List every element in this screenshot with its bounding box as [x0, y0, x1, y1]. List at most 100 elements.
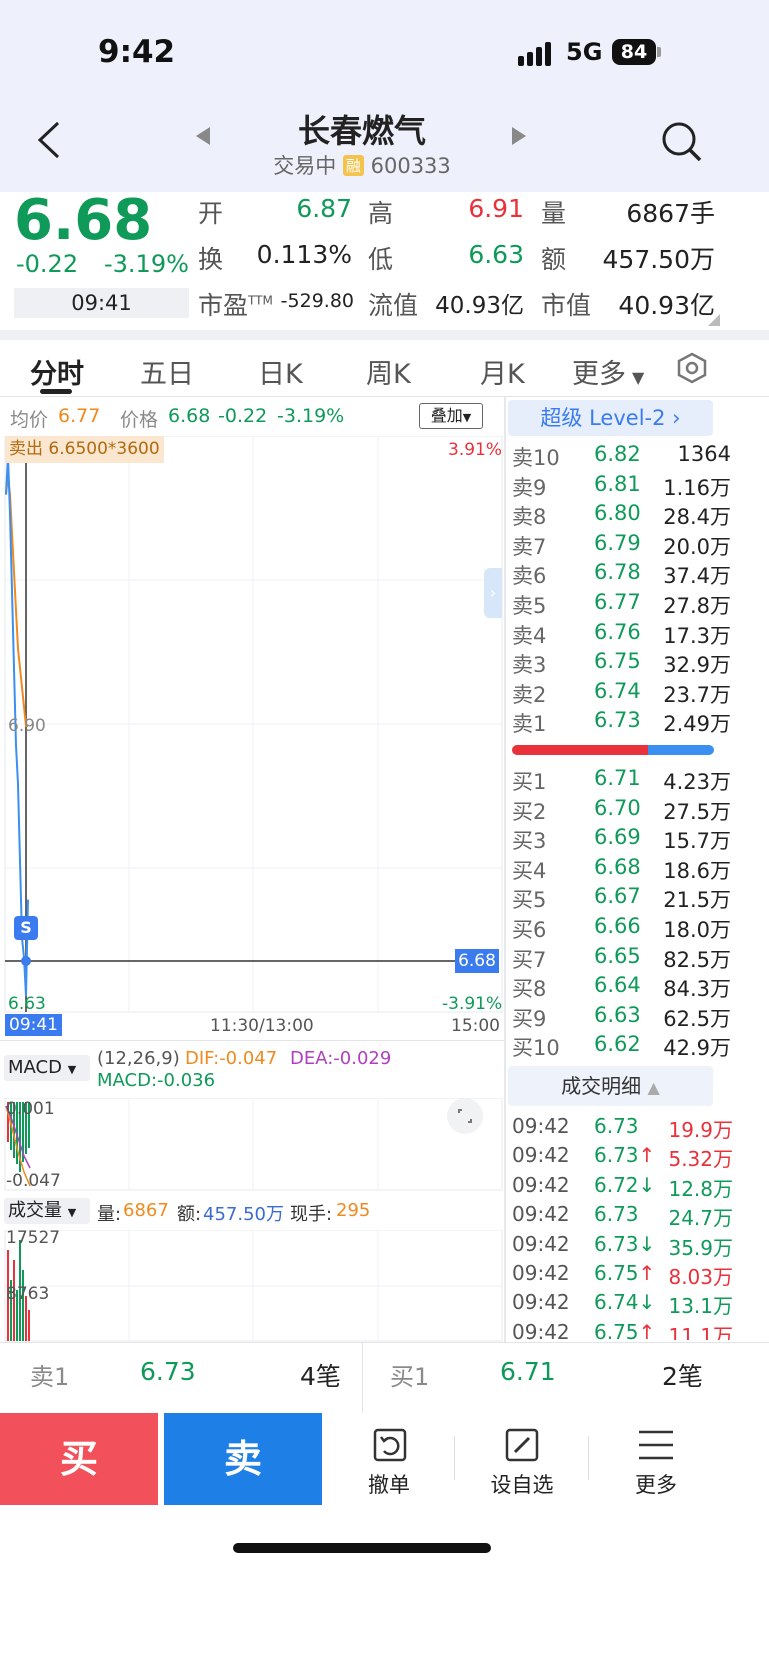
trade-direction-icon: ↓ [638, 1172, 656, 1197]
back-chevron-icon[interactable] [34, 120, 64, 160]
trade-time: 09:42 [512, 1290, 570, 1315]
macd-indicator-dropdown[interactable]: MACD ▼ [4, 1055, 90, 1081]
search-icon[interactable] [660, 120, 704, 164]
trade-row: 09:42 6.74↓ 13.1万 [508, 1290, 733, 1320]
ask-label: 卖1 [512, 712, 547, 737]
bid-row[interactable]: 买6 6.66 18.0万 [508, 914, 733, 944]
ask-price: 6.75 [594, 649, 641, 674]
overlay-dropdown[interactable]: 叠加▼ [419, 403, 483, 429]
bid-row[interactable]: 买5 6.67 21.5万 [508, 884, 733, 914]
tab-more[interactable]: 更多 ▼ [572, 352, 644, 391]
status-bar: 9:42 5G 84 [0, 0, 769, 100]
chart-price-value: 6.68 [168, 405, 211, 427]
ask-vol: 37.4万 [663, 564, 731, 589]
ask-price: 6.73 [594, 708, 641, 733]
bid-vol: 42.9万 [663, 1036, 731, 1061]
intraday-chart[interactable] [0, 436, 504, 1016]
cancel-order-button[interactable]: 撤单 [330, 1413, 448, 1505]
tab-weekly-k[interactable]: 周K [366, 352, 411, 391]
ask-row[interactable]: 卖9 6.81 1.16万 [508, 472, 733, 502]
bid-row[interactable]: 买8 6.64 84.3万 [508, 973, 733, 1003]
trade-price-value: 6.73 [594, 1231, 639, 1256]
vol-value: 6867 [123, 1200, 169, 1221]
bid-row[interactable]: 买10 6.62 42.9万 [508, 1032, 733, 1062]
ask-row[interactable]: 卖4 6.76 17.3万 [508, 620, 733, 650]
bid-row[interactable]: 买4 6.68 18.6万 [508, 855, 733, 885]
bid-vol: 18.0万 [663, 918, 731, 942]
signal-marker[interactable]: S [14, 916, 38, 940]
bid-row[interactable]: 买7 6.65 82.5万 [508, 944, 733, 974]
bid-price: 6.71 [594, 766, 641, 790]
sell-button[interactable]: 卖 [164, 1413, 322, 1505]
level2-button[interactable]: 超级 Level-2 › [508, 400, 713, 436]
bid-label: 买7 [512, 947, 547, 972]
trades-detail-toggle[interactable]: 成交明细 ▲ [508, 1066, 713, 1106]
ask-list: 卖10 6.82 1364 卖9 6.81 1.16万 卖8 6.80 28.4万 卖7 6.79 2… [508, 442, 733, 742]
bid-vol: 4.23万 [663, 770, 731, 794]
bid-vol: 82.5万 [663, 947, 731, 972]
ask-vol: 17.3万 [663, 623, 731, 648]
panel-toggle-chevron-icon[interactable]: › [484, 568, 502, 618]
bid-row[interactable]: 买9 6.63 62.5万 [508, 1003, 733, 1033]
bid-ask-ratio-blue [648, 745, 714, 755]
buy-button[interactable]: 买 [0, 1413, 158, 1505]
pe-label: 市盈TTM [198, 291, 273, 320]
ask-vol: 20.0万 [663, 534, 731, 559]
nav-bar: 长春燃气 交易中 融 600333 [0, 100, 769, 192]
ask-row[interactable]: 卖7 6.79 20.0万 [508, 531, 733, 561]
ask-row[interactable]: 卖8 6.80 28.4万 [508, 501, 733, 531]
ask-row[interactable]: 卖1 6.73 2.49万 [508, 708, 733, 738]
bid-row[interactable]: 买1 6.71 4.23万 [508, 766, 733, 796]
bid-price: 6.67 [594, 884, 641, 909]
add-watchlist-button[interactable]: 设自选 [462, 1413, 582, 1505]
chevron-down-icon: ▼ [462, 411, 472, 424]
time-axis-mid: 11:30/13:00 [210, 1016, 314, 1036]
volume-label: 量 [541, 199, 567, 228]
ask-vol: 27.8万 [663, 594, 731, 618]
bid-row[interactable]: 买3 6.69 15.7万 [508, 825, 733, 855]
trade-time: 09:42 [512, 1114, 570, 1138]
bid-row[interactable]: 买2 6.70 27.5万 [508, 796, 733, 826]
bid-vol: 21.5万 [663, 888, 731, 913]
trade-row: 09:42 6.73 19.9万 [508, 1114, 733, 1144]
price-axis-low: 6.63 [8, 994, 46, 1014]
ask-price: 6.78 [594, 560, 641, 585]
vol-axis-top: 17527 [6, 1228, 61, 1248]
tab-intraday[interactable]: 分时 [30, 352, 84, 391]
ask-row[interactable]: 卖10 6.82 1364 [508, 442, 733, 472]
tab-daily-k[interactable]: 日K [258, 352, 303, 391]
vol-label: 量: [97, 1204, 122, 1225]
bid-vol: 84.3万 [663, 977, 731, 1002]
bid-price: 6.64 [594, 973, 641, 998]
more-button[interactable]: 更多 [596, 1413, 716, 1505]
expand-corner-icon[interactable] [708, 314, 720, 326]
more-label: 更多 [635, 1473, 677, 1497]
amount-label: 额 [541, 245, 567, 274]
settings-hexagon-icon[interactable] [676, 352, 708, 384]
turnover-value: 0.113% [256, 240, 352, 269]
hand-value: 295 [336, 1200, 371, 1221]
tab-monthly-k[interactable]: 月K [480, 352, 525, 391]
macd-value: MACD:-0.036 [97, 1070, 216, 1091]
trade-amount: 12.8万 [668, 1176, 733, 1201]
prev-stock-icon[interactable] [196, 127, 210, 145]
best-ask-label: 卖1 [30, 1363, 70, 1391]
pe-ttm: TTM [248, 293, 273, 308]
fullscreen-icon[interactable] [447, 1098, 483, 1134]
ask-row[interactable]: 卖2 6.74 23.7万 [508, 679, 733, 709]
home-indicator[interactable] [233, 1543, 491, 1553]
orderbook-divider [504, 396, 506, 1342]
best-bid-label: 买1 [390, 1363, 430, 1391]
volume-indicator-dropdown[interactable]: 成交量 ▼ [4, 1198, 90, 1224]
next-stock-icon[interactable] [512, 127, 526, 145]
chevron-right-icon: › [672, 406, 681, 430]
ask-row[interactable]: 卖3 6.75 32.9万 [508, 649, 733, 679]
ask-row[interactable]: 卖6 6.78 37.4万 [508, 560, 733, 590]
trade-price: 6.73 [594, 1114, 639, 1138]
trade-time: 09:42 [512, 1143, 570, 1168]
tab-five-day[interactable]: 五日 [140, 352, 194, 391]
bid-label: 买3 [512, 829, 547, 854]
ask-row[interactable]: 卖5 6.77 27.8万 [508, 590, 733, 620]
margin-badge: 融 [342, 155, 364, 176]
float-cap-value: 40.93亿 [435, 293, 524, 319]
